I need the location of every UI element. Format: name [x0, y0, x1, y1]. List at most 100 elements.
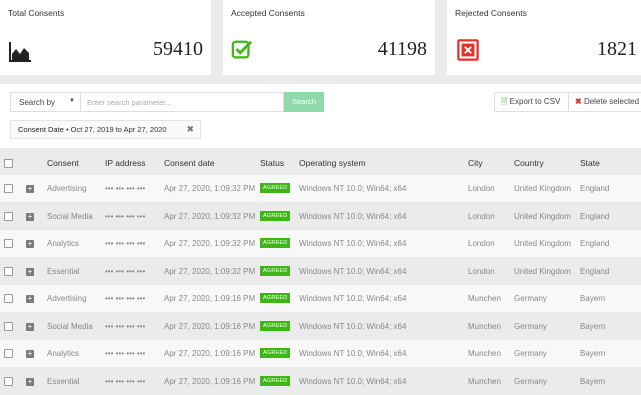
country-cell: Germany	[514, 349, 547, 358]
export-csv-button[interactable]: 🗎 Export to CSV	[494, 92, 569, 112]
city-cell: London	[468, 239, 495, 248]
city-cell: Munchen	[468, 349, 501, 358]
table-row[interactable]: + Advertising ••• ••• ••• ••• Apr 27, 2020,…	[0, 284, 641, 312]
expand-row-icon[interactable]: +	[26, 295, 34, 303]
city-cell: Munchen	[468, 294, 501, 303]
table-header: Consent IP address Consent date Status O…	[0, 152, 641, 174]
state-cell: Bayern	[580, 321, 606, 331]
column-header[interactable]: IP address	[105, 158, 145, 168]
state-cell: Bayern	[580, 349, 606, 358]
os-cell: Windows NT 10.0; Win64; x64	[299, 349, 407, 358]
table-row[interactable]: + Advertising ••• ••• ••• ••• Apr 27, 2020,…	[0, 174, 641, 202]
rejected-consents-card: Rejected Consents 1821	[447, 0, 641, 75]
state-cell: England	[580, 266, 610, 276]
card-title: Accepted Consents	[231, 8, 305, 18]
status-badge: AGREED	[260, 375, 291, 386]
column-header[interactable]: State	[580, 158, 600, 168]
row-checkbox[interactable]	[4, 349, 13, 358]
status-badge: AGREED	[260, 293, 291, 303]
table-row[interactable]: + Analytics ••• ••• ••• ••• Apr 27, 2020, 1…	[0, 229, 641, 257]
card-title: Total Consents	[8, 8, 65, 18]
consent-date-cell: Apr 27, 2020, 1:09:32 PM	[164, 211, 256, 221]
card-value: 1821	[597, 38, 637, 60]
os-cell: Windows NT 10.0; Win64; x64	[299, 294, 407, 303]
row-checkbox[interactable]	[4, 184, 13, 193]
ip-address-cell: ••• ••• ••• •••	[105, 376, 146, 386]
delete-label: Delete selected	[583, 97, 640, 106]
state-cell: Bayern	[580, 376, 606, 386]
caret-down-icon: ▼	[69, 98, 75, 104]
country-cell: Germany	[514, 294, 547, 303]
os-cell: Windows NT 10.0; Win64; x64	[299, 239, 407, 248]
column-header[interactable]: Status	[260, 158, 284, 168]
search-by-dropdown[interactable]: Search by ▼	[10, 92, 82, 112]
consent-date-cell: Apr 27, 2020, 1:09:16 PM	[164, 376, 256, 386]
city-cell: Munchen	[468, 376, 501, 386]
search-input[interactable]	[80, 92, 284, 112]
accepted-consents-card: Accepted Consents 41198	[223, 0, 435, 75]
column-header[interactable]: Consent	[47, 158, 79, 168]
expand-row-icon[interactable]: +	[26, 212, 34, 221]
expand-row-icon[interactable]: +	[26, 240, 34, 248]
city-cell: London	[468, 184, 495, 193]
remove-filter-icon[interactable]: ✖	[186, 121, 194, 138]
os-cell: Windows NT 10.0; Win64; x64	[299, 376, 407, 386]
expand-row-icon[interactable]: +	[26, 322, 34, 331]
consent-date-cell: Apr 27, 2020, 1:09:16 PM	[164, 349, 256, 358]
table-row[interactable]: + Analytics ••• ••• ••• ••• Apr 27, 2020, 1…	[0, 339, 641, 367]
country-cell: Germany	[514, 321, 547, 331]
status-badge: AGREED	[260, 238, 291, 248]
ip-address-cell: ••• ••• ••• •••	[105, 294, 146, 303]
table-row[interactable]: + Social Media ••• ••• ••• ••• Apr 27, 2020…	[0, 201, 641, 230]
country-cell: United Kingdom	[514, 239, 571, 248]
ip-address-cell: ••• ••• ••• •••	[105, 211, 146, 221]
column-header[interactable]: Consent date	[164, 158, 215, 168]
table-row[interactable]: + Essential ••• ••• ••• ••• Apr 27, 2020, 1…	[0, 256, 641, 285]
delete-selected-button[interactable]: ✖ Delete selected	[568, 92, 641, 112]
card-title: Rejected Consents	[455, 8, 527, 18]
card-value: 41198	[377, 38, 427, 60]
row-checkbox[interactable]	[4, 294, 13, 303]
consent-cell: Essential	[47, 266, 80, 276]
delete-icon: ✖	[575, 97, 582, 106]
expand-row-icon[interactable]: +	[26, 350, 34, 358]
city-cell: Munchen	[468, 321, 501, 331]
expand-row-icon[interactable]: +	[26, 185, 34, 193]
row-checkbox[interactable]	[4, 239, 13, 248]
state-cell: England	[580, 239, 610, 248]
country-cell: United Kingdom	[514, 184, 571, 193]
state-cell: England	[580, 211, 610, 221]
country-cell: United Kingdom	[514, 211, 571, 221]
ip-address-cell: ••• ••• ••• •••	[105, 184, 146, 193]
column-header[interactable]: Operating system	[299, 158, 366, 168]
column-header[interactable]: Country	[514, 158, 544, 168]
table-row[interactable]: + Social Media ••• ••• ••• ••• Apr 27, 2020…	[0, 311, 641, 340]
status-badge: AGREED	[260, 265, 291, 276]
state-cell: Bayern	[580, 294, 606, 303]
table-row[interactable]: + Essential ••• ••• ••• ••• Apr 27, 2020, 1…	[0, 366, 641, 395]
row-checkbox[interactable]	[4, 321, 13, 331]
row-checkbox[interactable]	[4, 266, 13, 276]
country-cell: Germany	[514, 376, 547, 386]
consent-cell: Essential	[47, 376, 80, 386]
os-cell: Windows NT 10.0; Win64; x64	[299, 211, 407, 221]
state-cell: England	[580, 184, 610, 193]
search-button[interactable]: Search	[284, 92, 324, 112]
select-all-checkbox[interactable]	[4, 159, 13, 168]
column-header[interactable]: City	[468, 158, 483, 168]
row-checkbox[interactable]	[4, 376, 13, 386]
expand-row-icon[interactable]: +	[26, 377, 34, 386]
consent-cell: Advertising	[47, 294, 87, 303]
search-by-label: Search by	[19, 98, 56, 107]
consent-cell: Advertising	[47, 184, 87, 193]
ip-address-cell: ••• ••• ••• •••	[105, 321, 146, 331]
row-checkbox[interactable]	[4, 211, 13, 221]
ip-address-cell: ••• ••• ••• •••	[105, 266, 146, 276]
consent-cell: Social Media	[47, 321, 93, 331]
ip-address-cell: ••• ••• ••• •••	[105, 239, 146, 248]
chip-value: • Oct 27, 2019 to Apr 27, 2020	[65, 125, 167, 134]
consent-date-cell: Apr 27, 2020, 1:09:32 PM	[164, 184, 256, 193]
os-cell: Windows NT 10.0; Win64; x64	[299, 321, 407, 331]
area-chart-icon	[9, 42, 31, 62]
expand-row-icon[interactable]: +	[26, 267, 34, 276]
